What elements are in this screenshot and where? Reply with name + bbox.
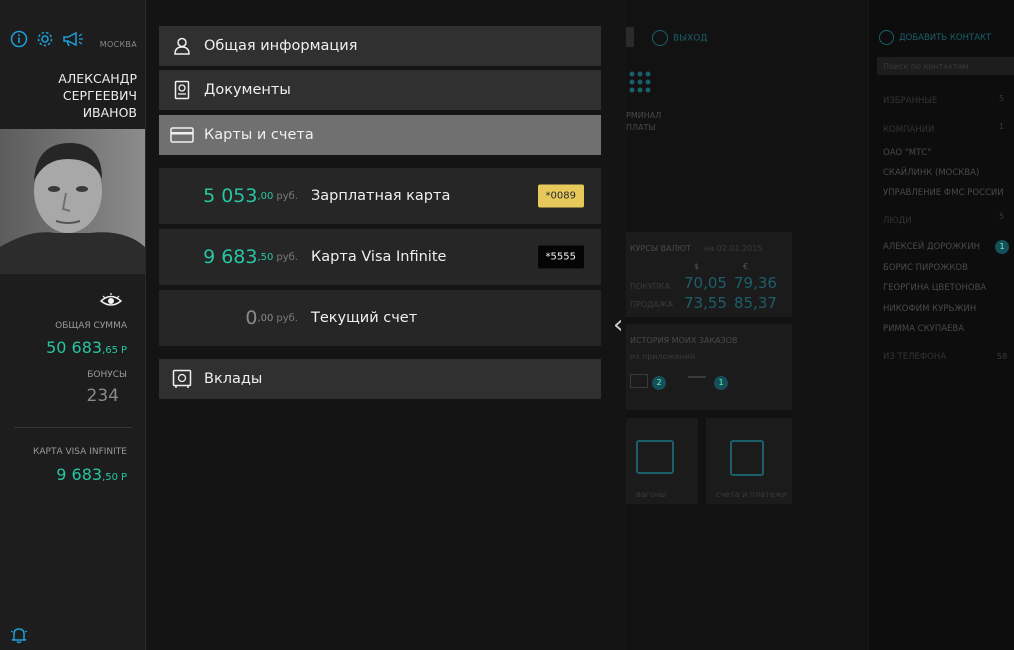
account-name: Текущий счет (311, 310, 418, 326)
total-amount: 50 683,65 Р (46, 338, 127, 357)
account-balance: 0,00 руб. (245, 307, 298, 329)
contacts-column: ДОБАВИТЬ КОНТАКТ Поиск по контактам ИЗБР… (868, 0, 1014, 650)
account-name: Карта Visa Infinite (311, 249, 447, 265)
account-balance: 9 683,50 руб. (203, 246, 298, 268)
bell-icon[interactable] (10, 626, 28, 648)
menu-panel: Общая информация Документы Карты и счета… (146, 0, 626, 650)
card-label: КАРТА VISA INFINITE (33, 447, 127, 457)
card-number-badge: *5555 (537, 245, 584, 269)
megaphone-icon[interactable] (62, 30, 84, 48)
account-row-current-account[interactable]: 0,00 руб. Текущий счет (159, 290, 601, 346)
bonus-label: БОНУСЫ (87, 370, 127, 380)
info-icon[interactable] (10, 30, 28, 48)
safe-icon (159, 369, 204, 389)
total-label: ОБЩАЯ СУММА (55, 321, 127, 331)
terminal-label: РМИНАЛ ПЛАТЫ (626, 111, 662, 132)
eye-icon[interactable] (99, 292, 123, 312)
sidebar-divider (14, 427, 132, 428)
grid-icon[interactable] (628, 70, 652, 98)
bg-search-stub (626, 27, 634, 47)
menu-item-deposits[interactable]: Вклады (159, 359, 601, 399)
card-amount: 9 683,50 Р (56, 465, 127, 484)
tile-wagons[interactable]: вагоны (626, 418, 698, 504)
exit-button[interactable]: ВЫХОД (652, 30, 707, 46)
contacts-search-input[interactable]: Поиск по контактам (877, 57, 1014, 75)
menu-item-documents[interactable]: Документы (159, 70, 601, 110)
orders-history-card[interactable]: ИСТОРИЯ МОИХ ЗАКАЗОВ из приложений 2 1 (626, 324, 792, 410)
contact-badge: 1 (995, 240, 1009, 254)
background-dashboard: ВЫХОД РМИНАЛ ПЛАТЫ КУРСЫ ВАЛЮТ на 02.01.… (626, 0, 1014, 650)
city-label: МОСКВА (99, 40, 137, 49)
account-row-visa-infinite[interactable]: 9 683,50 руб. Карта Visa Infinite *5555 (159, 229, 601, 285)
account-row-salary-card[interactable]: 5 053,00 руб. Зарплатная карта *0089 (159, 168, 601, 224)
passport-icon (159, 80, 204, 100)
card-icon (159, 127, 204, 143)
sidebar-toolbar (10, 30, 84, 48)
menu-item-cards-accounts[interactable]: Карты и счета (159, 115, 601, 155)
account-name: Зарплатная карта (311, 188, 451, 204)
currency-rates-card[interactable]: КУРСЫ ВАЛЮТ на 02.01.2015 $ € ПОКУПКА ПР… (626, 232, 792, 317)
add-contact-button[interactable]: ДОБАВИТЬ КОНТАКТ (879, 30, 991, 45)
avatar[interactable] (0, 129, 145, 274)
plane-icon (688, 376, 706, 388)
train-icon (630, 374, 648, 388)
account-balance: 5 053,00 руб. (203, 185, 298, 207)
menu-item-general-info[interactable]: Общая информация (159, 26, 601, 66)
bonus-value: 234 (86, 386, 119, 406)
tile-bills-payments[interactable]: счета и платежи (706, 418, 792, 504)
collapse-panel-chevron-icon[interactable]: ‹ (613, 310, 623, 340)
gear-icon[interactable] (36, 30, 54, 48)
card-number-badge: *0089 (537, 184, 584, 208)
profile-sidebar: МОСКВА АЛЕКСАНДР СЕРГЕЕВИЧ ИВАНОВ ОБЩАЯ … (0, 0, 146, 650)
user-name: АЛЕКСАНДР СЕРГЕЕВИЧ ИВАНОВ (58, 71, 137, 120)
person-icon (159, 37, 204, 55)
